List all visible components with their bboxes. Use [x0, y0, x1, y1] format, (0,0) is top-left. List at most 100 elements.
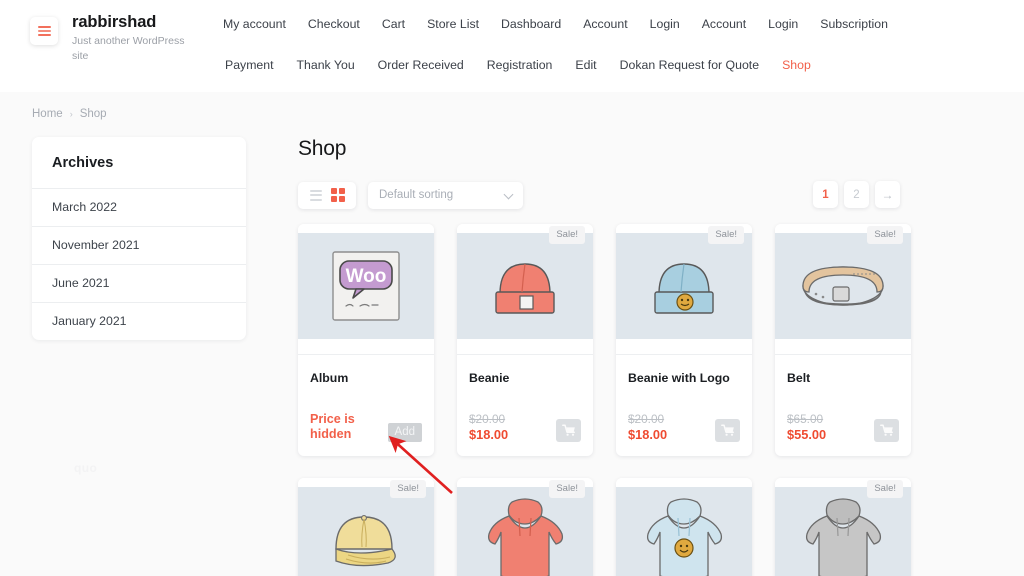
- main-column: Shop Default sorting 1 2 → Woo Album Pri…: [74, 137, 1024, 576]
- product-thumb-wrap: Sale!: [775, 224, 911, 339]
- product-grid: Woo Album Price is hidden Add Sale! Bean…: [298, 224, 1024, 456]
- site-title: rabbirshad: [72, 13, 157, 31]
- product-card-cap[interactable]: Sale!: [298, 478, 434, 576]
- nav-item-login-1[interactable]: Login: [650, 17, 680, 31]
- shop-toolbar: Default sorting 1 2 →: [298, 181, 1024, 209]
- sale-badge: Sale!: [549, 480, 585, 498]
- nav-item-login-2[interactable]: Login: [768, 17, 798, 31]
- product-info: Album Price is hidden Add: [298, 354, 434, 456]
- shop-page: rabbirshad Just another WordPress site M…: [0, 0, 1024, 576]
- product-card-beanie[interactable]: Sale! Beanie $20.00 $18.00: [457, 224, 593, 456]
- archives-widget: Archives March 2022 November 2021 June 2…: [32, 137, 246, 340]
- nav-row-2: Payment Thank You Order Received Registr…: [210, 40, 1024, 90]
- content-area: Archives March 2022 November 2021 June 2…: [0, 120, 1024, 576]
- sale-badge: Sale!: [867, 480, 903, 498]
- product-info: Beanie $20.00 $18.00: [457, 354, 593, 456]
- view-mode-toggle[interactable]: [298, 181, 356, 209]
- card-spacer: [298, 339, 434, 354]
- breadcrumb-separator-icon: ›: [69, 109, 73, 119]
- nav-item-dokan-request-for-quote[interactable]: Dokan Request for Quote: [620, 58, 759, 72]
- product-card-hoodie-red[interactable]: Sale!: [457, 478, 593, 576]
- product-thumb-wrap: Sale!: [775, 478, 911, 576]
- leather-belt-illustration-icon: [775, 233, 911, 339]
- product-card-beanie-with-logo[interactable]: Sale! Beanie with Logo $20.00 $18.00: [616, 224, 752, 456]
- nav-item-registration[interactable]: Registration: [487, 58, 553, 72]
- price-sale: $55.00: [787, 427, 827, 442]
- nav-item-account-1[interactable]: Account: [583, 17, 627, 31]
- product-name: Belt: [787, 371, 811, 385]
- grid-view-icon[interactable]: [330, 188, 345, 202]
- product-card-album[interactable]: Woo Album Price is hidden Add: [298, 224, 434, 456]
- nav-row-1: My account Checkout Cart Store List Dash…: [210, 8, 1024, 40]
- nav-item-edit[interactable]: Edit: [575, 58, 596, 72]
- add-to-cart-icon[interactable]: [874, 419, 899, 442]
- product-grid-row-2: Sale! Sale! Sale!: [298, 478, 1024, 576]
- price-original: $20.00: [469, 412, 506, 426]
- product-price: $20.00 $18.00: [628, 412, 667, 442]
- yellow-cap-illustration-icon: [298, 487, 434, 576]
- blue-beanie-with-logo-illustration-icon: [616, 233, 752, 339]
- add-to-cart-icon[interactable]: [556, 419, 581, 442]
- pagination: 1 2 →: [813, 181, 900, 208]
- card-spacer: [616, 339, 752, 354]
- sorting-selected-value: Default sorting: [379, 189, 454, 201]
- nav-item-account-2[interactable]: Account: [702, 17, 746, 31]
- breadcrumb-current: Shop: [79, 108, 107, 120]
- nav-item-store-list[interactable]: Store List: [427, 17, 479, 31]
- product-thumb-wrap: Sale!: [457, 478, 593, 576]
- product-footer: $20.00 $18.00: [469, 412, 581, 442]
- product-price: $20.00 $18.00: [469, 412, 508, 442]
- product-name: Beanie: [469, 371, 510, 385]
- price-hidden-label: Price is hidden: [310, 412, 355, 441]
- nav-item-dashboard[interactable]: Dashboard: [501, 17, 561, 31]
- product-thumb-wrap: Sale!: [298, 478, 434, 576]
- sorting-select[interactable]: Default sorting: [368, 181, 523, 209]
- nav-item-subscription[interactable]: Subscription: [820, 17, 888, 31]
- nav-item-thank-you[interactable]: Thank You: [297, 58, 355, 72]
- nav-item-order-received[interactable]: Order Received: [378, 58, 464, 72]
- chevron-down-icon: [503, 189, 514, 199]
- brand-text: rabbirshad Just another WordPress site: [72, 12, 187, 64]
- price-sale: $18.00: [469, 427, 509, 442]
- add-to-cart-icon[interactable]: [715, 419, 740, 442]
- pagination-next-arrow-icon[interactable]: →: [875, 181, 900, 208]
- product-footer: $65.00 $55.00: [787, 412, 899, 442]
- product-thumb-wrap: Woo: [298, 224, 434, 339]
- price-original: $20.00: [628, 412, 665, 426]
- product-thumb-wrap: Sale!: [616, 224, 752, 339]
- product-card-hoodie-with-logo[interactable]: [616, 478, 752, 576]
- breadcrumb: Home › Shop: [0, 92, 1024, 120]
- sale-badge: Sale!: [867, 226, 903, 244]
- nav-item-cart[interactable]: Cart: [382, 17, 405, 31]
- sidebar-item-january-2021[interactable]: January 2021: [32, 302, 246, 340]
- sidebar-item-june-2021[interactable]: June 2021: [32, 264, 246, 302]
- sidebar-item-march-2022[interactable]: March 2022: [32, 188, 246, 226]
- sale-badge: Sale!: [708, 226, 744, 244]
- product-card-belt[interactable]: Sale! Belt $65.00 $55.00: [775, 224, 911, 456]
- woo-album-artwork-icon: Woo: [298, 233, 434, 339]
- card-spacer: [457, 339, 593, 354]
- svg-text:Woo: Woo: [346, 266, 387, 287]
- hamburger-menu-icon[interactable]: [30, 17, 58, 45]
- nav-item-checkout[interactable]: Checkout: [308, 17, 360, 31]
- product-info: Beanie with Logo $20.00 $18.00: [616, 354, 752, 456]
- sidebar-item-november-2021[interactable]: November 2021: [32, 226, 246, 264]
- page-title: Shop: [298, 137, 347, 160]
- blue-hoodie-with-logo-illustration-icon: [616, 487, 752, 576]
- pagination-page-2[interactable]: 2: [844, 181, 869, 208]
- product-footer: Price is hidden Add: [310, 412, 422, 442]
- breadcrumb-home[interactable]: Home: [32, 108, 63, 120]
- archives-widget-title: Archives: [52, 155, 114, 171]
- product-name: Album: [310, 371, 349, 385]
- product-card-hoodie-gray[interactable]: Sale!: [775, 478, 911, 576]
- price-sale: $18.00: [628, 427, 668, 442]
- add-to-quote-button[interactable]: Add: [387, 423, 422, 442]
- product-thumb-wrap: Sale!: [457, 224, 593, 339]
- brand-block[interactable]: rabbirshad Just another WordPress site: [0, 0, 210, 64]
- pagination-page-1[interactable]: 1: [813, 181, 838, 208]
- nav-item-shop[interactable]: Shop: [782, 58, 811, 72]
- site-header: rabbirshad Just another WordPress site M…: [0, 0, 1024, 92]
- nav-item-my-account[interactable]: My account: [223, 17, 286, 31]
- list-view-icon[interactable]: [309, 189, 322, 201]
- nav-item-payment[interactable]: Payment: [225, 58, 274, 72]
